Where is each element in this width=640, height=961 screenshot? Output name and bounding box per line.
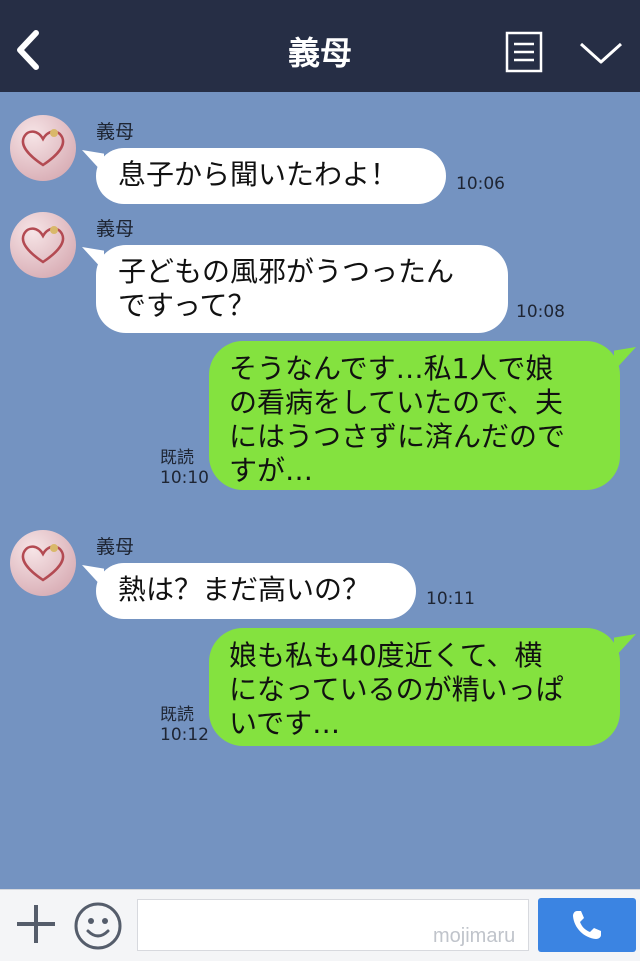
sender-name: 義母 xyxy=(96,121,135,143)
message-time: 10:10 xyxy=(160,468,209,488)
avatar[interactable] xyxy=(10,530,76,596)
message-meta: 既読 10:10 xyxy=(160,448,209,488)
message-line: いです… xyxy=(229,707,341,740)
read-receipt: 既読 xyxy=(160,448,194,468)
call-button[interactable] xyxy=(538,898,636,952)
avatar[interactable] xyxy=(10,115,76,181)
message-bubble[interactable]: 熱は？まだ高いの？ xyxy=(96,563,416,619)
message-line: にはうつさずに済んだので xyxy=(229,420,566,453)
message-time: 10:06 xyxy=(456,174,505,194)
chevron-down-icon xyxy=(579,42,623,64)
message-line: そうなんです…私1人で娘 xyxy=(229,352,554,385)
message-bubble[interactable]: 子どもの風邪がうつったん ですって？ xyxy=(96,245,508,333)
message-line: すが… xyxy=(229,454,314,487)
menu-list-icon xyxy=(505,31,543,73)
phone-icon xyxy=(573,911,601,939)
heart-charm-icon xyxy=(21,129,65,167)
heart-charm-icon xyxy=(21,544,65,582)
smiley-icon xyxy=(74,902,122,950)
collapse-button[interactable] xyxy=(578,38,624,68)
watermark-text: mojimaru xyxy=(433,925,516,947)
message-meta: 既読 10:12 xyxy=(160,705,209,745)
message-line: 子どもの風邪がうつったん xyxy=(118,255,455,288)
message-time: 10:08 xyxy=(516,302,565,322)
attach-button[interactable] xyxy=(14,902,58,946)
message-bubble[interactable]: そうなんです…私1人で娘 の看病をしていたので、夫 にはうつさずに済んだので す… xyxy=(209,341,620,490)
sender-name: 義母 xyxy=(96,536,135,558)
message-line: になっているのが精いっぱ xyxy=(229,673,564,706)
menu-button[interactable] xyxy=(505,31,543,73)
avatar[interactable] xyxy=(10,212,76,278)
message-bubble[interactable]: 息子から聞いたわよ！ xyxy=(96,148,446,204)
read-receipt: 既読 xyxy=(160,705,194,725)
sender-name: 義母 xyxy=(96,218,135,240)
message-line: 娘も私も40度近くて、横 xyxy=(229,639,543,672)
message-line: の看病をしていたので、夫 xyxy=(229,386,564,419)
message-line: ですって？ xyxy=(118,289,256,322)
message-time: 10:11 xyxy=(426,589,475,609)
message-bubble[interactable]: 娘も私も40度近くて、横 になっているのが精いっぱ いです… xyxy=(209,628,620,746)
message-time: 10:12 xyxy=(160,725,209,745)
chat-header: 義母 xyxy=(0,0,640,92)
chat-title: 義母 xyxy=(287,34,352,72)
input-bar: mojimaru xyxy=(0,889,640,961)
plus-icon xyxy=(17,905,55,943)
emoji-button[interactable] xyxy=(73,901,123,951)
heart-charm-icon xyxy=(21,226,65,264)
bubble-tail xyxy=(614,347,636,371)
